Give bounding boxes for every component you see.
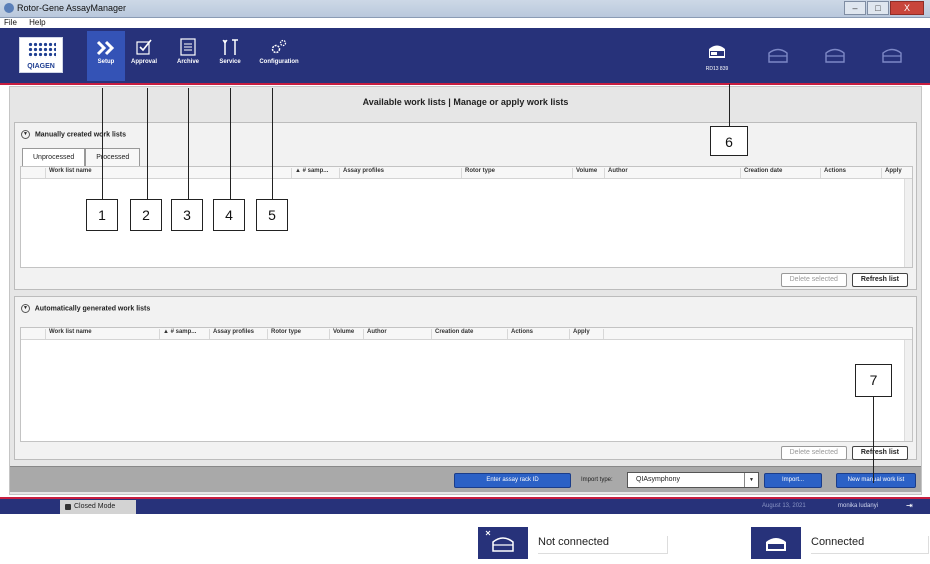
legend-connected: Connected [751, 527, 930, 559]
window-titlebar: Rotor-Gene AssayManager – □ X [0, 0, 930, 18]
nav-archive-label: Archive [176, 59, 199, 65]
vertical-scrollbar[interactable] [904, 179, 912, 267]
callout-5: 5 [256, 199, 288, 231]
archive-icon [180, 38, 196, 56]
col-actions[interactable]: Actions [507, 329, 533, 339]
refresh-list-button[interactable]: Refresh list [851, 273, 908, 287]
collapse-icon[interactable]: ▼ [21, 304, 30, 313]
callout-1: 1 [86, 199, 118, 231]
delete-selected-button[interactable]: Delete selected [780, 446, 847, 460]
cycler-slot-empty-icon[interactable] [823, 46, 847, 64]
col-rotor-type[interactable]: Rotor type [461, 168, 495, 178]
col-work-list-name[interactable]: Work list name [45, 329, 92, 339]
auto-worklist-table: Work list name ▲ # samp... Assay profile… [20, 327, 913, 442]
lock-icon [65, 504, 71, 510]
import-type-value: QIAsymphony [636, 476, 680, 483]
col-samples[interactable]: ▲ # samp... [291, 168, 328, 178]
app-icon [4, 3, 14, 13]
mode-label: Closed Mode [74, 503, 116, 510]
col-creation-date[interactable]: Creation date [431, 329, 473, 339]
panel-title: Automatically generated work lists [34, 305, 151, 313]
refresh-list-button[interactable]: Refresh list [851, 446, 908, 460]
import-button[interactable]: Import... [764, 473, 822, 488]
cycler-not-connected-icon [478, 527, 528, 559]
cycler-connected-icon [751, 527, 801, 559]
col-volume[interactable]: Volume [329, 329, 354, 339]
callout-6: 6 [710, 126, 748, 156]
cycler-icon [709, 45, 725, 58]
window-title: Rotor-Gene AssayManager [17, 3, 127, 13]
delete-selected-button[interactable]: Delete selected [780, 273, 847, 287]
col-work-list-name[interactable]: Work list name [45, 168, 92, 178]
maximize-button[interactable]: □ [867, 1, 889, 15]
callout-7: 7 [855, 364, 892, 397]
main-content: Available work lists | Manage or apply w… [9, 86, 922, 495]
worklist-tabs: Unprocessed Processed [22, 148, 141, 167]
main-navigation: QIAGEN Setup Approval Archive Service Co… [0, 28, 930, 85]
import-type-select[interactable]: QIAsymphony ▼ [627, 472, 759, 488]
col-creation-date[interactable]: Creation date [740, 168, 782, 178]
col-volume[interactable]: Volume [572, 168, 597, 178]
col-apply[interactable]: Apply [569, 329, 590, 339]
instrument-label: RD13 839 [705, 66, 729, 72]
action-bar: Enter assay rack ID Import type: QIAsymp… [10, 466, 921, 492]
new-manual-work-list-button[interactable]: New manual work list [836, 473, 916, 488]
setup-icon [96, 40, 115, 56]
status-user: monika ludanyi [838, 503, 879, 509]
nav-configuration-label: Configuration [259, 59, 299, 65]
cycler-slot-empty-icon[interactable] [766, 46, 790, 64]
col-author[interactable]: Author [604, 168, 628, 178]
legend-label: Connected [811, 536, 929, 554]
col-assay-profiles[interactable]: Assay profiles [339, 168, 384, 178]
nav-service[interactable]: Service [212, 38, 248, 74]
collapse-icon[interactable]: ▼ [21, 130, 30, 139]
enter-assay-rack-button[interactable]: Enter assay rack ID [454, 473, 571, 488]
chevron-down-icon[interactable]: ▼ [744, 473, 758, 487]
nav-archive[interactable]: Archive [170, 38, 206, 74]
auto-worklists-panel: ▼ Automatically generated work lists Wor… [14, 296, 917, 460]
nav-setup-label: Setup [97, 59, 115, 65]
menu-help[interactable]: Help [29, 18, 45, 27]
col-samples[interactable]: ▲ # samp... [159, 329, 196, 339]
col-apply[interactable]: Apply [881, 168, 902, 178]
col-actions[interactable]: Actions [820, 168, 846, 178]
legend-not-connected: Not connected [478, 527, 728, 559]
cycler-slot-empty-icon[interactable] [880, 46, 904, 64]
import-type-label: Import type: [581, 477, 613, 483]
callout-2: 2 [130, 199, 162, 231]
col-assay-profiles[interactable]: Assay profiles [209, 329, 254, 339]
minimize-button[interactable]: – [844, 1, 866, 15]
nav-approval[interactable]: Approval [126, 38, 162, 74]
table-header: Work list name ▲ # samp... Assay profile… [21, 167, 912, 179]
instrument-rd13-839[interactable]: RD13 839 [701, 42, 733, 72]
nav-approval-label: Approval [130, 59, 157, 65]
col-author[interactable]: Author [363, 329, 387, 339]
panel-title: Manually created work lists [34, 131, 126, 139]
menu-bar: File Help [0, 18, 930, 28]
nav-service-label: Service [219, 59, 241, 65]
vertical-scrollbar[interactable] [904, 340, 912, 441]
tab-unprocessed[interactable]: Unprocessed [22, 148, 86, 167]
nav-configuration[interactable]: Configuration [254, 38, 304, 74]
approval-icon [136, 39, 152, 55]
legend-label: Not connected [538, 536, 668, 554]
status-date: August 13, 2021 [762, 503, 806, 509]
status-bar: Closed Mode August 13, 2021 monika ludan… [0, 497, 930, 514]
table-header: Work list name ▲ # samp... Assay profile… [21, 328, 912, 340]
mode-indicator: Closed Mode [60, 500, 136, 514]
service-icon [222, 39, 238, 55]
col-rotor-type[interactable]: Rotor type [267, 329, 301, 339]
close-button[interactable]: X [890, 1, 924, 15]
nav-setup[interactable]: Setup [87, 31, 125, 81]
configuration-icon [271, 39, 287, 54]
menu-file[interactable]: File [4, 18, 17, 27]
tab-processed[interactable]: Processed [85, 148, 141, 166]
qiagen-logo: QIAGEN [19, 37, 63, 73]
callout-4: 4 [213, 199, 245, 231]
callout-3: 3 [171, 199, 203, 231]
logout-icon[interactable]: ⇥ [906, 501, 913, 510]
